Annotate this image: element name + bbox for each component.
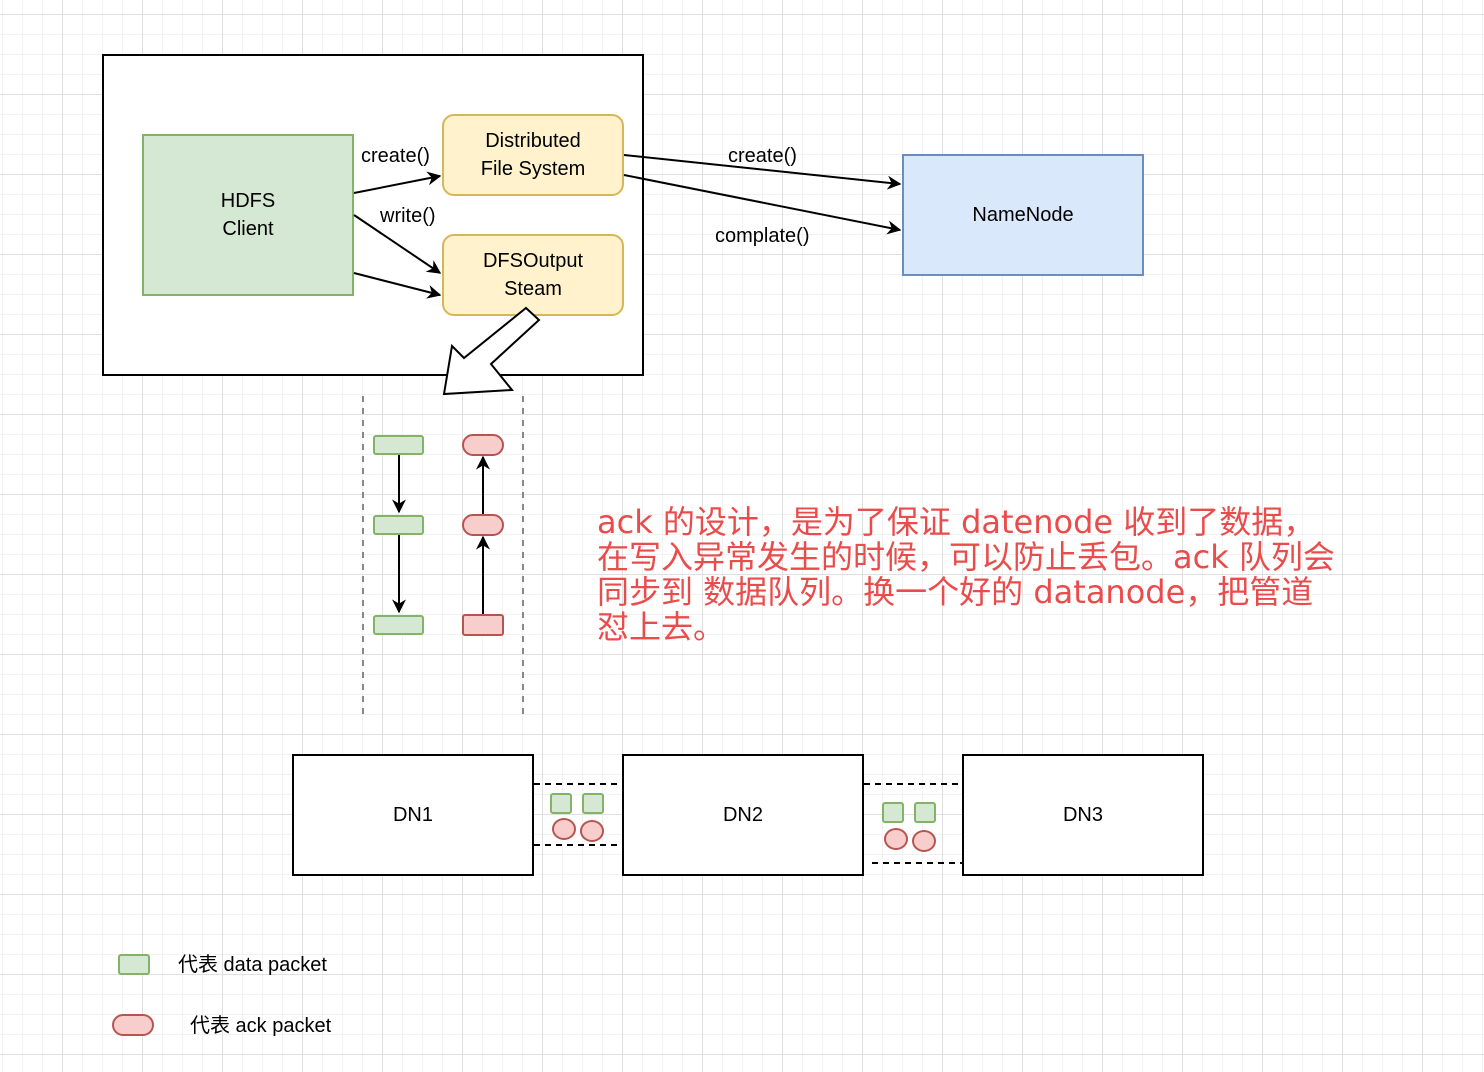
legend-ack-packet-label: 代表 ack packet <box>190 1015 332 1037</box>
legend-ack-packet-swatch <box>112 1014 154 1036</box>
edge-client-to-stream <box>353 272 442 299</box>
note-line: 怼上去。 <box>597 608 726 646</box>
ack-packet <box>462 434 504 456</box>
datanode-label: DN2 <box>722 804 763 826</box>
ack-design-note: ack 的设计，是为了保证 datenode 收到了数据， 在写入异常发生的时候… <box>597 502 1335 648</box>
data-packet <box>373 435 424 455</box>
legend-data-packet-label: 代表 data packet <box>178 954 327 976</box>
data-packet <box>582 793 604 814</box>
ack-packet <box>884 828 908 850</box>
data-packet <box>550 793 572 814</box>
ack-packet <box>580 820 604 842</box>
ack-packet <box>912 830 936 852</box>
datanode-dn3[interactable]: DN3 <box>962 754 1204 876</box>
datanode-label: DN1 <box>392 804 433 826</box>
data-packet <box>373 515 424 535</box>
data-packet <box>882 802 904 823</box>
edge-dfs-to-namenode-create <box>623 154 902 190</box>
ack-packet <box>552 818 576 840</box>
data-packet <box>914 802 936 823</box>
edge-client-to-stream-write <box>353 214 442 274</box>
flow-arrow-icon <box>442 306 541 396</box>
datanode-label: DN3 <box>1062 804 1103 826</box>
edge-dfs-to-namenode-complete <box>623 174 902 235</box>
datanode-dn1[interactable]: DN1 <box>292 754 534 876</box>
edge-client-to-dfs <box>353 171 442 194</box>
ack-packet <box>462 514 504 536</box>
data-packet <box>373 615 424 635</box>
ack-packet <box>462 614 504 636</box>
legend-data-packet-swatch <box>118 954 150 975</box>
datanode-dn2[interactable]: DN2 <box>622 754 864 876</box>
